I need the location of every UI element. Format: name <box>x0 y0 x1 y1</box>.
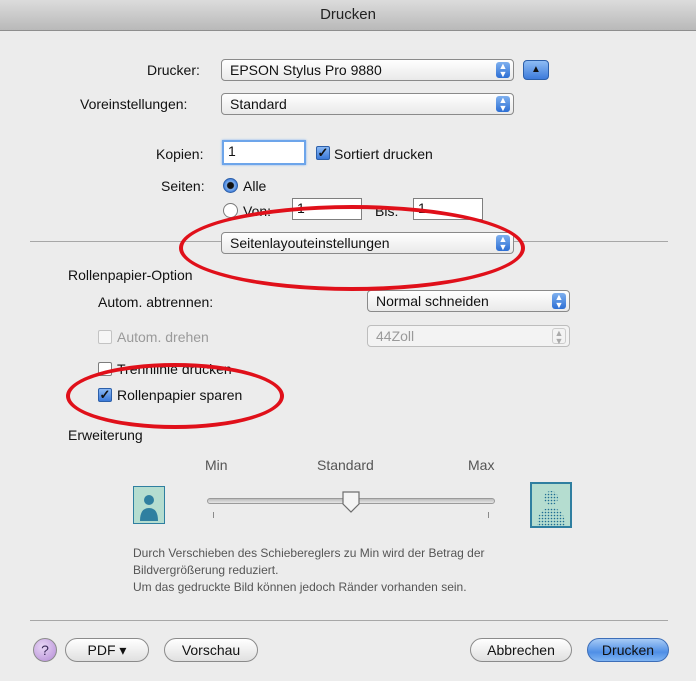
panel-select[interactable]: Seitenlayouteinstellungen ▲ ▼ <box>221 232 514 254</box>
auto-cut-value: Normal schneiden <box>376 293 489 309</box>
presets-label: Voreinstellungen: <box>80 96 188 112</box>
auto-rotate-value: 44Zoll <box>376 328 415 344</box>
slider-tick <box>213 512 214 518</box>
cancel-button[interactable]: Abbrechen <box>470 638 572 662</box>
pdf-menu-button[interactable]: PDF ▾ <box>65 638 149 662</box>
slider-max-label: Max <box>468 457 495 473</box>
presets-select[interactable]: Standard ▲ ▼ <box>221 93 514 115</box>
copies-label: Kopien: <box>156 146 204 162</box>
printer-label: Drucker: <box>147 62 200 78</box>
cut-line-label: Trennlinie drucken <box>117 361 232 377</box>
cut-line-checkbox[interactable] <box>98 362 112 376</box>
expansion-note-line1: Durch Verschieben des Schiebereglers zu … <box>133 546 485 560</box>
pages-from-field[interactable]: 1 <box>292 198 362 220</box>
window-title: Drucken <box>0 0 696 31</box>
pages-all-radio[interactable] <box>223 178 238 193</box>
save-roll-checkbox[interactable]: ✓ <box>98 388 112 402</box>
roll-section-title: Rollenpapier-Option <box>68 267 193 283</box>
panel-select-value: Seitenlayouteinstellungen <box>230 235 390 251</box>
expansion-note-line3: Um das gedruckte Bild können jedoch Ränd… <box>133 580 467 594</box>
auto-rotate-label: Autom. drehen <box>117 329 209 345</box>
up-down-arrows-icon: ▲ ▼ <box>496 62 510 79</box>
print-button[interactable]: Drucken <box>587 638 669 662</box>
disclosure-up-icon[interactable]: ▲ <box>523 60 549 80</box>
expansion-section-title: Erweiterung <box>68 427 143 443</box>
pages-from-label: Von: <box>243 203 272 219</box>
collate-checkbox[interactable]: ✓ <box>316 146 330 160</box>
person-small-icon <box>133 486 165 524</box>
expansion-note-line2: Bildvergrößerung reduziert. <box>133 563 279 577</box>
auto-cut-label: Autom. abtrennen: <box>98 294 214 310</box>
separator <box>30 620 668 621</box>
auto-rotate-checkbox[interactable] <box>98 330 112 344</box>
person-large-icon <box>530 482 572 528</box>
save-roll-label: Rollenpapier sparen <box>117 387 243 403</box>
pages-to-field[interactable]: 1 <box>413 198 483 220</box>
auto-cut-select[interactable]: Normal schneiden ▲ ▼ <box>367 290 570 312</box>
printer-select-value: EPSON Stylus Pro 9880 <box>230 62 382 78</box>
collate-label: Sortiert drucken <box>334 146 433 162</box>
pages-to-label: Bis: <box>375 203 399 219</box>
auto-rotate-select[interactable]: 44Zoll ▲ ▼ <box>367 325 570 347</box>
printer-select[interactable]: EPSON Stylus Pro 9880 ▲ ▼ <box>221 59 514 81</box>
pages-all-label: Alle <box>243 178 267 194</box>
help-button[interactable]: ? <box>33 638 57 662</box>
up-down-arrows-icon: ▲ ▼ <box>496 235 510 252</box>
up-down-arrows-icon: ▲ ▼ <box>496 96 510 113</box>
slider-min-label: Min <box>205 457 228 473</box>
presets-select-value: Standard <box>230 96 287 112</box>
slider-standard-label: Standard <box>317 457 374 473</box>
copies-field[interactable]: 1 <box>222 140 306 165</box>
up-down-arrows-icon: ▲ ▼ <box>552 293 566 310</box>
pages-label: Seiten: <box>161 178 205 194</box>
expansion-slider-thumb[interactable] <box>341 491 361 516</box>
up-down-arrows-icon: ▲ ▼ <box>552 328 566 346</box>
slider-tick <box>488 512 489 518</box>
preview-button[interactable]: Vorschau <box>164 638 258 662</box>
pages-range-radio[interactable] <box>223 203 238 218</box>
